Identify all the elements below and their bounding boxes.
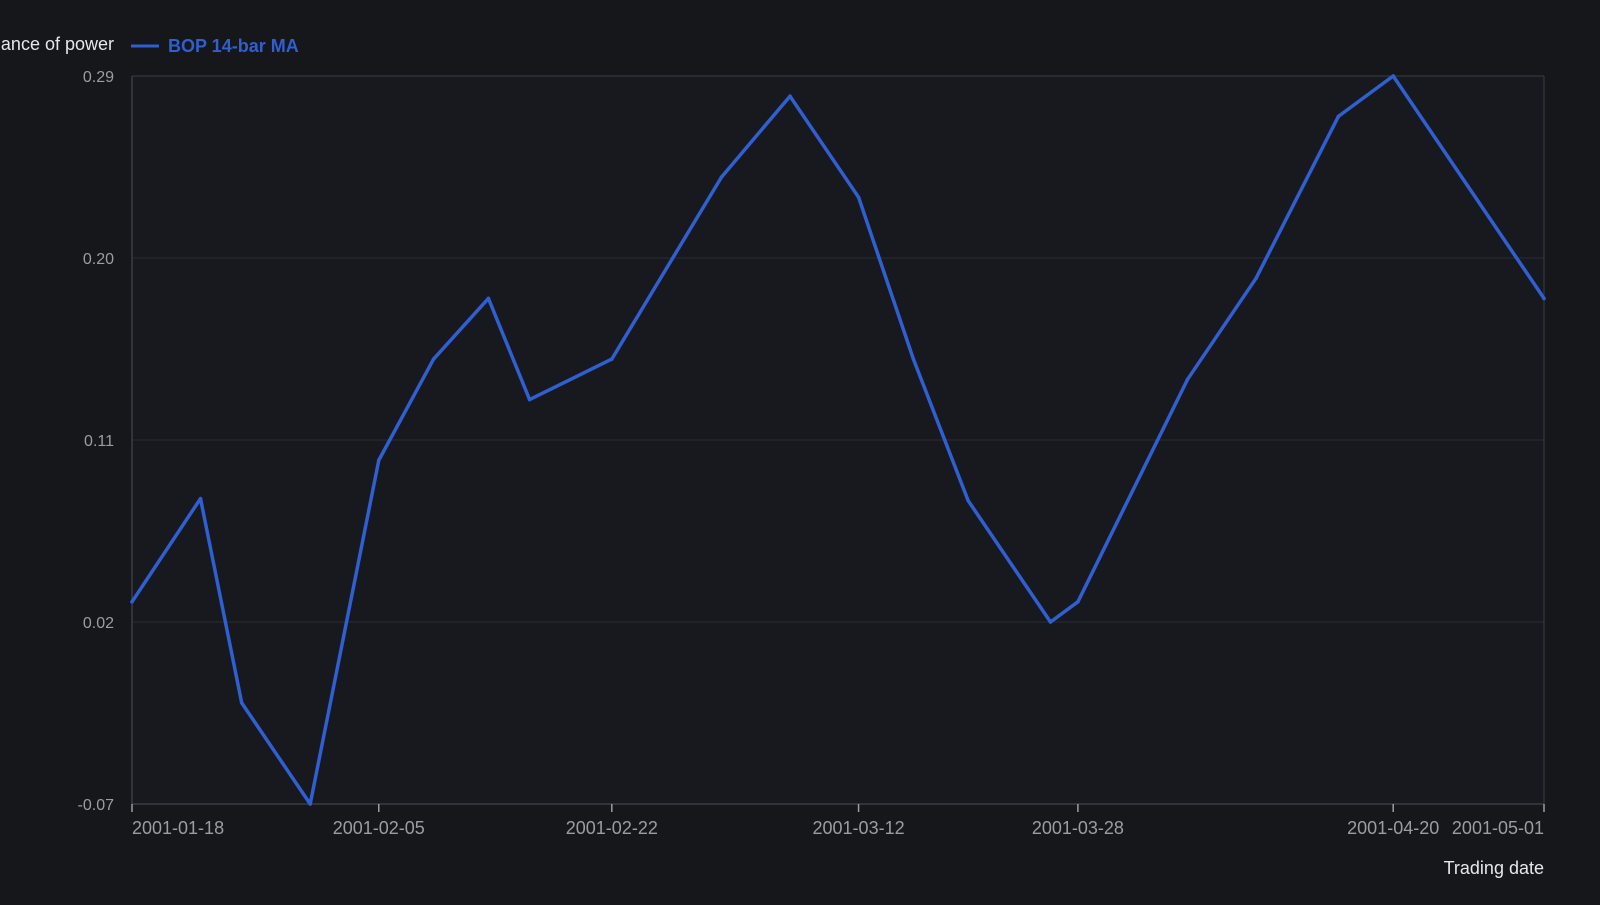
chart-container: -0.07 0.02 0.11 0.20 0.29 2001-01-18 2001-02-0… (0, 0, 1600, 900)
y-tick-label: 0.02 (83, 615, 114, 632)
series-point (1185, 377, 1190, 382)
line-chart: -0.07 0.02 0.11 0.20 0.29 2001-01-18 2001-02-0… (0, 0, 1600, 900)
series-point (1048, 620, 1053, 624)
x-tick-label: 2001-02-05 (333, 818, 425, 838)
series-point (1254, 276, 1258, 281)
series-point (1076, 599, 1080, 604)
series-point (1446, 155, 1450, 159)
y-tick-label: 0.11 (84, 433, 114, 450)
series-point (966, 498, 971, 503)
series-point (308, 802, 313, 806)
series-point (239, 701, 244, 705)
x-axis-title: Trading date (1444, 858, 1544, 878)
series-point (527, 397, 532, 402)
series-point (610, 357, 614, 361)
y-tick-label: 0.20 (83, 251, 114, 268)
x-tick-label: 2001-05-01 (1452, 818, 1544, 838)
series-point (431, 357, 436, 361)
series-point (376, 458, 381, 463)
series-point (856, 195, 861, 200)
series-point (1542, 296, 1546, 301)
series-point (1391, 74, 1396, 78)
series-point (486, 296, 491, 301)
series-point (130, 599, 134, 604)
series-point (719, 175, 724, 179)
series-point (911, 357, 916, 361)
series-point (198, 496, 203, 501)
x-tick-label: 2001-03-12 (813, 818, 905, 838)
y-axis-title: Balance of power (0, 34, 114, 54)
legend-label: BOP 14-bar MA (168, 36, 299, 56)
x-tick-label: 2001-04-20 (1347, 818, 1439, 838)
x-tick-label: 2001-01-18 (132, 818, 224, 838)
series-point (788, 94, 792, 99)
series-point (1336, 114, 1341, 119)
y-tick-label: -0.07 (78, 797, 115, 814)
x-tick-label: 2001-03-28 (1032, 818, 1124, 838)
y-tick-label: 0.29 (83, 69, 114, 86)
x-tick-label: 2001-02-22 (566, 818, 658, 838)
